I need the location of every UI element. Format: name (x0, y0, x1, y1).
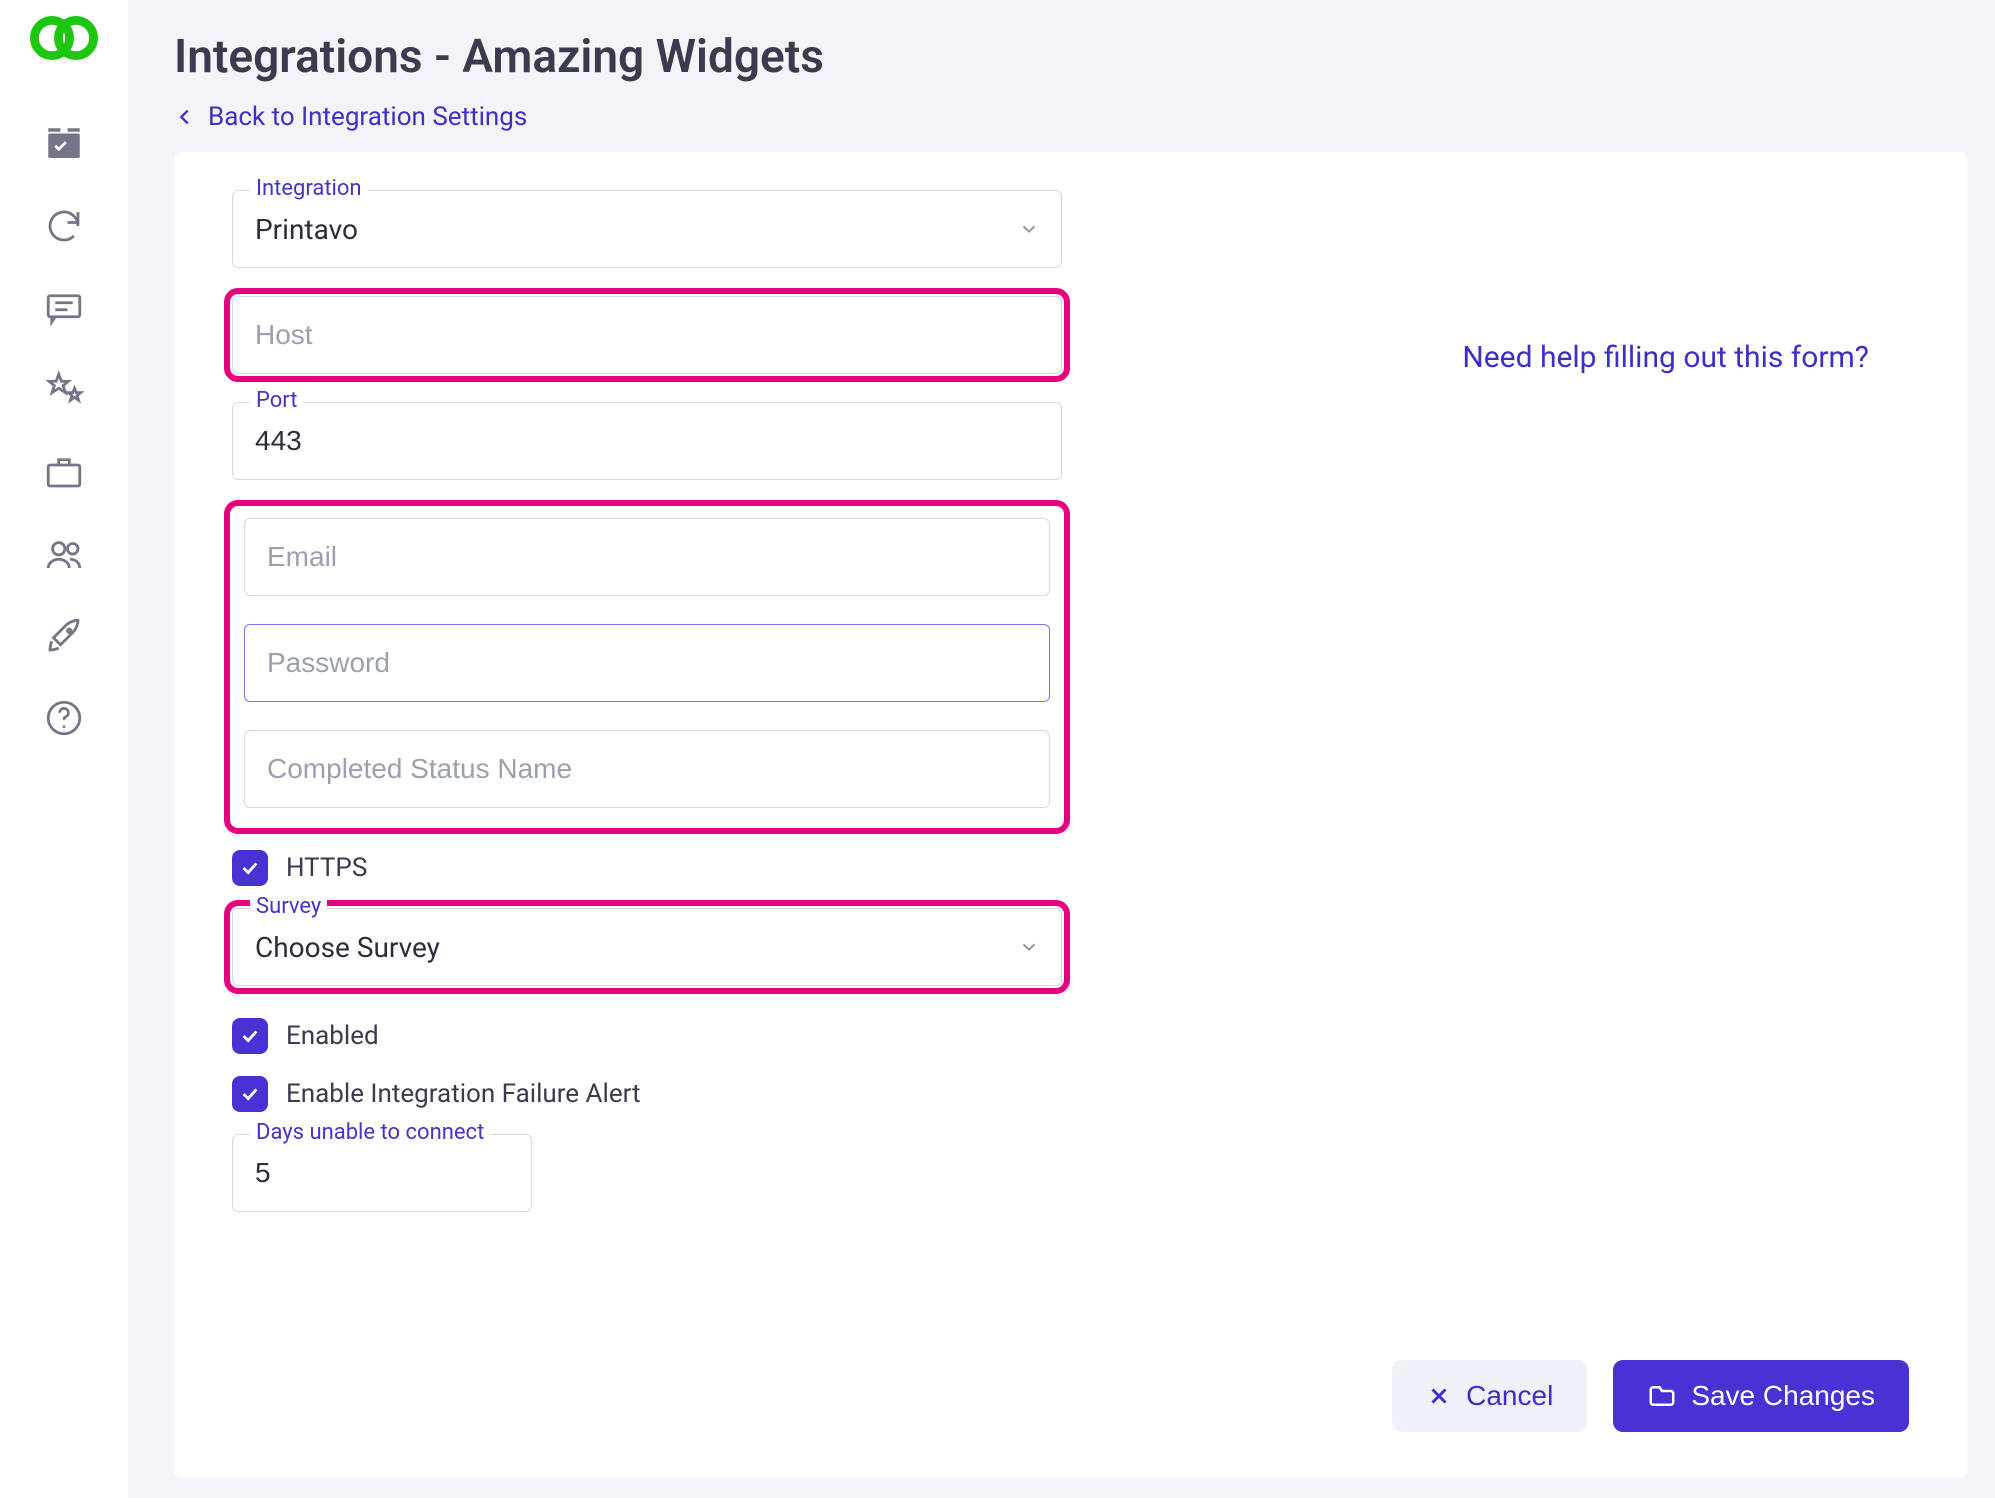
star-icon[interactable] (40, 366, 88, 414)
help-icon[interactable] (40, 694, 88, 742)
host-field[interactable] (232, 296, 1062, 374)
survey-select[interactable]: Survey Choose Survey (232, 908, 1062, 986)
https-checkbox[interactable] (232, 850, 268, 886)
cancel-button-label: Cancel (1466, 1380, 1553, 1412)
check-icon (239, 857, 261, 879)
users-icon[interactable] (40, 530, 88, 578)
enabled-checkbox-row: Enabled (232, 1018, 1062, 1054)
check-icon (239, 1025, 261, 1047)
cancel-button[interactable]: Cancel (1392, 1360, 1587, 1432)
integration-select[interactable]: Integration Printavo (232, 190, 1062, 268)
survey-label: Survey (250, 894, 327, 919)
days-unable-field[interactable]: Days unable to connect (232, 1134, 532, 1212)
https-label: HTTPS (286, 853, 367, 883)
app-logo (24, 8, 104, 68)
port-input[interactable] (255, 425, 1039, 457)
chevron-down-icon (1018, 936, 1040, 958)
check-icon (239, 1083, 261, 1105)
chat-icon[interactable] (40, 284, 88, 332)
failure-alert-checkbox[interactable] (232, 1076, 268, 1112)
port-label: Port (250, 388, 303, 413)
credentials-group (232, 508, 1062, 826)
port-field[interactable]: Port (232, 402, 1062, 480)
survey-value: Choose Survey (255, 931, 440, 964)
https-checkbox-row: HTTPS (232, 850, 1062, 886)
chevron-down-icon (1018, 218, 1040, 240)
integration-label: Integration (250, 176, 368, 201)
briefcase-icon[interactable] (40, 448, 88, 496)
help-link[interactable]: Need help filling out this form? (1462, 340, 1869, 375)
password-input[interactable] (267, 647, 1027, 679)
back-link[interactable]: Back to Integration Settings (174, 102, 1967, 132)
main-content: Integrations - Amazing Widgets Back to I… (128, 0, 1995, 1498)
days-unable-label: Days unable to connect (250, 1120, 490, 1145)
enabled-checkbox[interactable] (232, 1018, 268, 1054)
days-unable-input[interactable] (255, 1157, 509, 1189)
rocket-icon[interactable] (40, 612, 88, 660)
password-field[interactable] (244, 624, 1050, 702)
close-icon (1426, 1383, 1452, 1409)
email-field[interactable] (244, 518, 1050, 596)
save-button[interactable]: Save Changes (1613, 1360, 1909, 1432)
sidebar (0, 0, 128, 1498)
folder-icon (1647, 1381, 1677, 1411)
email-input[interactable] (267, 541, 1027, 573)
form-card: Integration Printavo Port (174, 152, 1967, 1478)
failure-alert-label: Enable Integration Failure Alert (286, 1079, 641, 1109)
save-button-label: Save Changes (1691, 1380, 1875, 1412)
page-title: Integrations - Amazing Widgets (174, 30, 1967, 84)
completed-status-field[interactable] (244, 730, 1050, 808)
completed-status-input[interactable] (267, 753, 1027, 785)
host-input[interactable] (255, 319, 1039, 351)
integration-value: Printavo (255, 213, 358, 246)
chevron-left-icon (174, 106, 196, 128)
sync-icon[interactable] (40, 202, 88, 250)
back-link-label: Back to Integration Settings (208, 102, 527, 132)
enabled-label: Enabled (286, 1021, 379, 1051)
failure-alert-checkbox-row: Enable Integration Failure Alert (232, 1076, 1062, 1112)
action-buttons: Cancel Save Changes (1392, 1360, 1909, 1432)
dashboard-icon[interactable] (40, 120, 88, 168)
